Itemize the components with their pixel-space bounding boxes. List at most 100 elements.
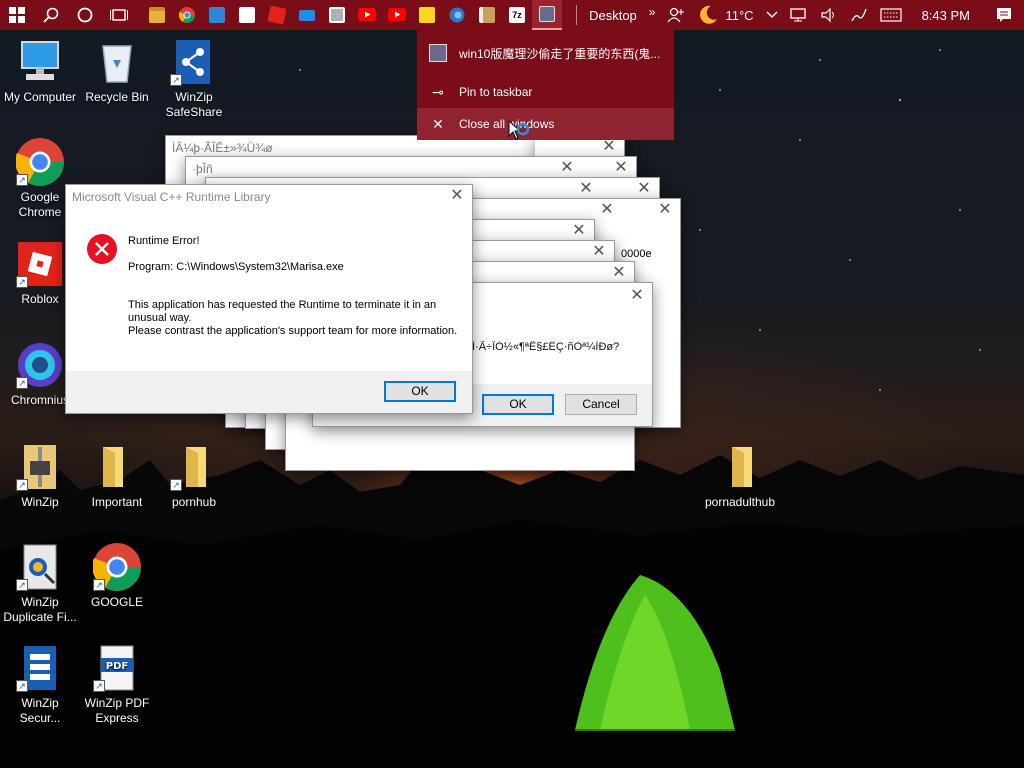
desktop-icon-recycle-bin[interactable]: Recycle Bin xyxy=(77,38,157,105)
close-icon[interactable]: ✕ xyxy=(592,244,606,260)
clock[interactable]: 8:43 PM xyxy=(908,8,984,23)
taskbar-7zip[interactable]: 7z xyxy=(502,0,532,30)
desktop-icon-google[interactable]: ↗ GOOGLE xyxy=(77,543,157,610)
desktop-icon-winzip[interactable]: ↗ WinZip xyxy=(0,443,80,510)
close-icon[interactable]: ✕ xyxy=(614,160,628,176)
roblox-icon: ↗ xyxy=(16,240,64,288)
error-message-2: Please contrast the application's suppor… xyxy=(128,325,458,337)
desktop-toolbar-label[interactable]: Desktop xyxy=(583,8,643,23)
winzip-duplicate-finder-icon: ↗ xyxy=(16,543,64,591)
windows-logo-icon xyxy=(9,7,25,23)
toolbar-overflow-chevron[interactable]: » xyxy=(643,5,662,19)
chrome-icon: ↗ xyxy=(92,543,141,591)
taskbar-winzip[interactable] xyxy=(472,0,502,30)
taskbar-photos[interactable] xyxy=(202,0,232,30)
close-icon[interactable]: ✕ xyxy=(572,223,586,239)
taskbar-windows-app[interactable] xyxy=(232,0,262,30)
search-button[interactable] xyxy=(34,0,68,30)
taskbar-mail[interactable] xyxy=(292,0,322,30)
shortcut-arrow-icon: ↗ xyxy=(16,479,28,491)
touch-keyboard-button[interactable] xyxy=(874,8,908,22)
pen-workspace-button[interactable] xyxy=(844,7,874,23)
keyboard-icon xyxy=(879,8,902,22)
chrome-icon: ↗ xyxy=(15,138,64,186)
task-view-icon xyxy=(110,9,128,21)
desktop-icon-pornhub[interactable]: ↗ pornhub xyxy=(154,443,234,510)
recycle-bin-icon xyxy=(93,38,141,86)
desktop-icon-label: My Computer xyxy=(3,90,77,104)
close-icon[interactable]: ✕ xyxy=(637,181,651,197)
shortcut-arrow-icon: ↗ xyxy=(16,579,28,591)
taskbar-sticky-notes[interactable] xyxy=(412,0,442,30)
svg-text:PDF: PDF xyxy=(106,661,128,672)
close-icon[interactable]: ✕ xyxy=(560,160,574,176)
desktop-icon-label: pornhub xyxy=(171,495,217,509)
youtube-icon xyxy=(388,8,406,21)
desktop-icon-pornadulthub[interactable]: pornadulthub xyxy=(700,443,780,510)
taskbar-roblox[interactable] xyxy=(262,0,292,30)
taskbar-youtube[interactable] xyxy=(352,0,382,30)
desktop-icon-label: Recycle Bin xyxy=(85,90,149,104)
desktop-icon-label: WinZip xyxy=(21,495,59,509)
taskbar-image[interactable] xyxy=(322,0,352,30)
folder-icon xyxy=(93,443,141,491)
pin-to-taskbar-item[interactable]: ⊸ Pin to taskbar xyxy=(417,76,674,108)
task-view-button[interactable] xyxy=(102,0,136,30)
shortcut-arrow-icon: ↗ xyxy=(93,579,105,591)
ok-button[interactable]: OK xyxy=(384,381,456,402)
search-icon xyxy=(43,7,59,23)
desktop-icon-winzip-pdf-express[interactable]: PDF ↗ WinZip PDF Express xyxy=(77,644,157,726)
close-icon[interactable]: ✕ xyxy=(658,202,672,218)
photos-icon xyxy=(209,7,225,23)
chevron-down-icon xyxy=(766,11,778,18)
roblox-icon xyxy=(267,5,287,25)
cancel-button[interactable]: Cancel xyxy=(565,394,637,415)
winzip-icon: ↗ xyxy=(16,443,64,491)
close-all-windows-item[interactable]: ✕ Close all windows xyxy=(417,108,674,140)
close-icon[interactable]: ✕ xyxy=(579,181,593,197)
weather-widget[interactable]: 11°C xyxy=(691,4,759,26)
desktop-icon-winzip-safeshare[interactable]: ↗ WinZip SafeShare xyxy=(154,38,234,120)
action-center-button[interactable] xyxy=(984,7,1024,23)
network-button[interactable] xyxy=(784,7,814,23)
volume-button[interactable] xyxy=(814,7,844,23)
close-icon[interactable]: ✕ xyxy=(630,288,644,304)
jump-list-app-title[interactable]: win10版魔理沙偷走了重要的东西(鬼... xyxy=(417,30,674,76)
close-icon[interactable]: ✕ xyxy=(450,188,464,204)
pdf-icon: PDF ↗ xyxy=(93,644,141,692)
chrome-icon xyxy=(179,7,195,23)
taskbar-chrome[interactable] xyxy=(172,0,202,30)
desktop-icon-my-computer[interactable]: My Computer xyxy=(0,38,80,105)
shortcut-arrow-icon: ↗ xyxy=(170,479,182,491)
weather-temperature: 11°C xyxy=(725,7,754,23)
close-icon[interactable]: ✕ xyxy=(602,139,616,155)
ok-button[interactable]: OK xyxy=(482,394,554,415)
pin-to-taskbar-label: Pin to taskbar xyxy=(459,85,533,99)
shortcut-arrow-icon: ↗ xyxy=(16,377,28,389)
mail-icon xyxy=(299,9,315,21)
desktop-icon-label: WinZip PDF Express xyxy=(84,696,150,725)
taskbar-jump-list: win10版魔理沙偷走了重要的东西(鬼... ⊸ Pin to taskbar … xyxy=(417,30,674,140)
taskbar-youtube-2[interactable] xyxy=(382,0,412,30)
error-heading: Runtime Error! xyxy=(128,235,200,247)
close-icon[interactable]: ✕ xyxy=(612,265,626,281)
show-hidden-icons-button[interactable] xyxy=(760,11,784,19)
desktop-icon-winzip-secure[interactable]: ↗ WinZip Secur... xyxy=(0,644,80,726)
start-button[interactable] xyxy=(0,0,34,30)
shortcut-arrow-icon: ↗ xyxy=(16,276,28,288)
desktop-icon-important[interactable]: Important xyxy=(77,443,157,510)
touhou-app-icon xyxy=(539,6,555,22)
shortcut-arrow-icon: ↗ xyxy=(16,680,28,692)
people-button[interactable] xyxy=(661,7,691,23)
computer-icon xyxy=(16,38,64,86)
desktop-icon-winzip-duplicate-finder[interactable]: ↗ WinZip Duplicate Fi... xyxy=(0,543,80,625)
runtime-error-dialog[interactable]: Microsoft Visual C++ Runtime Library ✕ R… xyxy=(65,184,473,414)
taskbar-edge[interactable] xyxy=(442,0,472,30)
image-icon xyxy=(329,7,345,23)
desktop-icon-label: GOOGLE xyxy=(90,595,143,609)
close-icon[interactable]: ✕ xyxy=(600,202,614,218)
taskbar-file-explorer[interactable] xyxy=(142,0,172,30)
cortana-button[interactable] xyxy=(68,0,102,30)
taskbar-touhou-app[interactable] xyxy=(532,0,562,30)
error-icon xyxy=(87,234,117,264)
